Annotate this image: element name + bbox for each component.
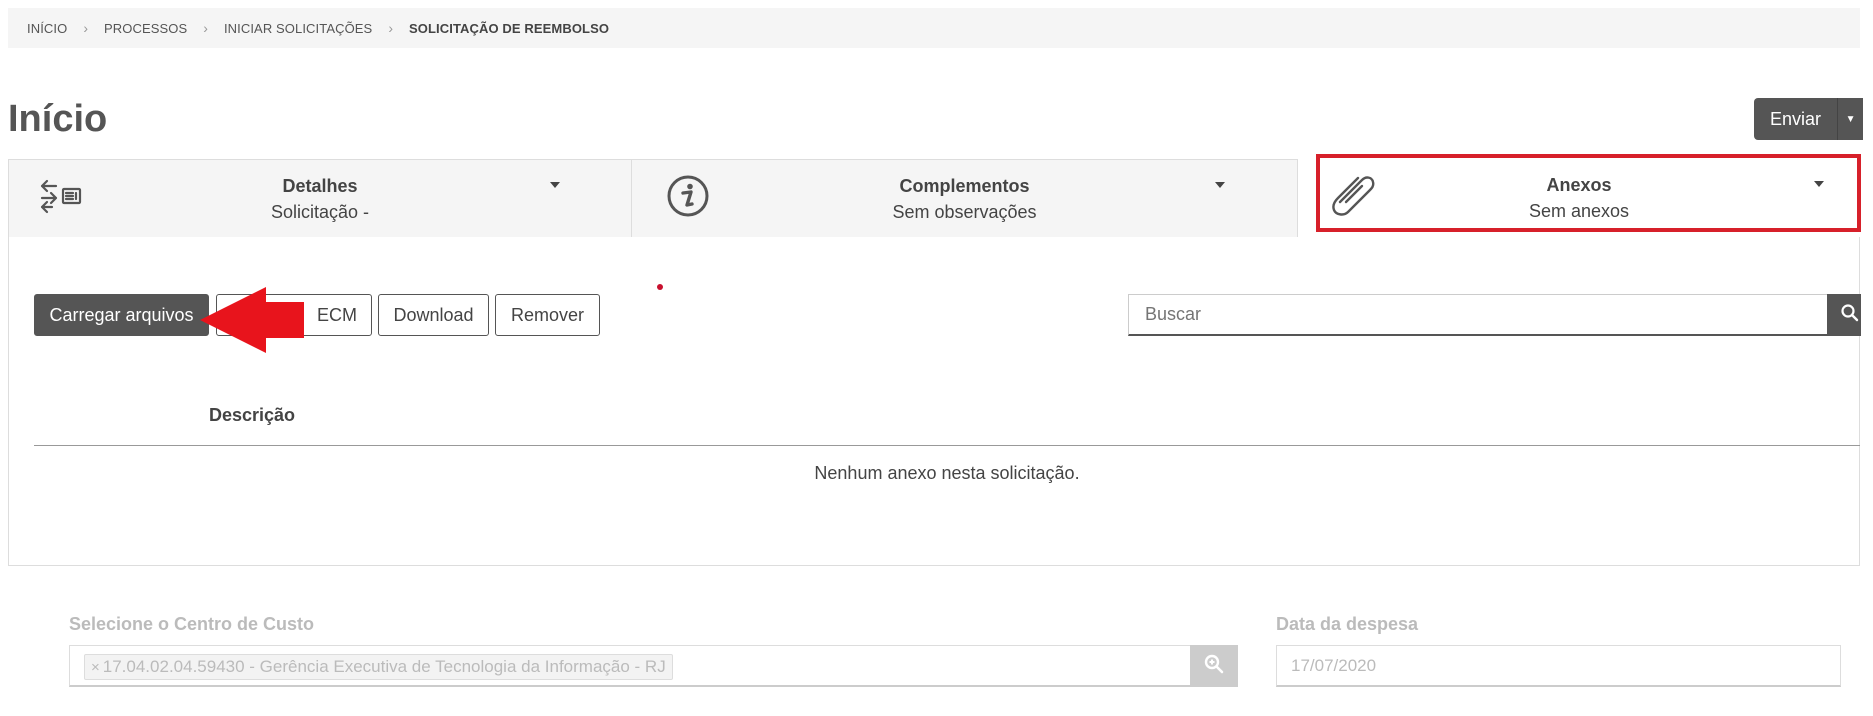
- tab-anexos-subtitle: Sem anexos: [1528, 201, 1630, 221]
- cost-center-label: Selecione o Centro de Custo: [69, 614, 315, 634]
- tab-anexos-title: Anexos: [1546, 175, 1612, 195]
- cost-center-tag: × 17.04.02.04.59430 - Gerência Executiva…: [84, 654, 673, 680]
- tab-bar: Detalhes Solicitação - Complementos Sem …: [8, 159, 1860, 237]
- send-dropdown-toggle[interactable]: ▼: [1837, 98, 1864, 140]
- caret-down-icon: ▼: [1845, 113, 1856, 125]
- cost-center-search-button[interactable]: [1190, 645, 1238, 687]
- download-button[interactable]: Download: [378, 294, 489, 336]
- breadcrumb-item-processos[interactable]: PROCESSOS: [104, 21, 187, 36]
- chevron-right-icon: ›: [203, 20, 208, 36]
- search-icon: [1841, 303, 1859, 327]
- send-button[interactable]: Enviar: [1754, 98, 1838, 140]
- remove-button[interactable]: Remover: [495, 294, 600, 336]
- table-divider: [34, 445, 1860, 446]
- send-button-group: Enviar ▼: [1754, 98, 1864, 140]
- breadcrumb-item-iniciar-solicitacoes[interactable]: INICIAR SOLICITAÇÕES: [224, 21, 372, 36]
- breadcrumb: INÍCIO › PROCESSOS › INICIAR SOLICITAÇÕE…: [8, 8, 1860, 48]
- page-title: Início: [8, 98, 108, 140]
- tab-detalhes-title: Detalhes: [282, 176, 358, 196]
- chevron-right-icon: ›: [388, 20, 394, 36]
- breadcrumb-item-current: SOLICITAÇÃO DE REEMBOLSO: [409, 20, 610, 36]
- tab-detalhes-subtitle: Solicitação -: [270, 202, 370, 222]
- tab-detalhes[interactable]: Detalhes Solicitação -: [8, 159, 632, 237]
- arrow-annotation-icon: [200, 287, 304, 353]
- caret-down-icon[interactable]: [550, 182, 560, 188]
- indicator-dot: [657, 284, 663, 290]
- search-button[interactable]: [1827, 294, 1861, 336]
- cost-center-tag-label: 17.04.02.04.59430 - Gerência Executiva d…: [102, 657, 666, 676]
- column-header-descricao[interactable]: Descrição: [209, 405, 295, 426]
- caret-down-icon[interactable]: [1215, 182, 1225, 188]
- tab-complementos-subtitle: Sem observações: [892, 202, 1037, 222]
- breadcrumb-item-inicio[interactable]: INÍCIO: [27, 21, 67, 36]
- empty-table-message: Nenhum anexo nesta solicitação.: [814, 463, 1080, 483]
- cost-center-field[interactable]: × 17.04.02.04.59430 - Gerência Executiva…: [69, 645, 1191, 687]
- tab-complementos-title: Complementos: [899, 176, 1030, 196]
- upload-files-button[interactable]: Carregar arquivos: [34, 294, 209, 336]
- chevron-right-icon: ›: [83, 20, 88, 36]
- remove-tag-button[interactable]: ×: [91, 659, 100, 676]
- caret-down-icon[interactable]: [1814, 181, 1824, 187]
- zoom-search-icon: [1204, 654, 1224, 679]
- page: INÍCIO › PROCESSOS › INICIAR SOLICITAÇÕE…: [0, 0, 1873, 716]
- search-input[interactable]: [1128, 294, 1828, 336]
- tab-anexos[interactable]: Anexos Sem anexos: [1298, 159, 1860, 237]
- tab-complementos[interactable]: Complementos Sem observações: [632, 159, 1298, 237]
- expense-date-field[interactable]: 17/07/2020: [1276, 645, 1841, 687]
- expense-date-label: Data da despesa: [1276, 614, 1419, 634]
